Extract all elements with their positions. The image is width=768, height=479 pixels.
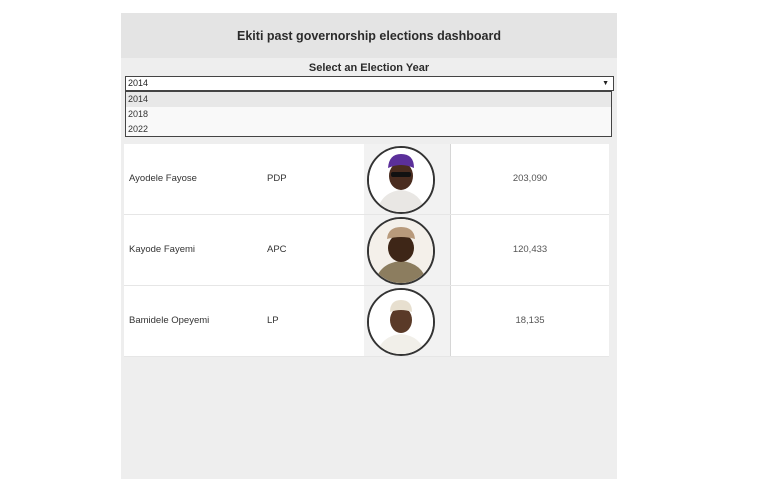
year-option-2014[interactable]: 2014 <box>126 92 611 107</box>
table-row: Kayode Fayemi APC 120,433 <box>124 215 609 286</box>
candidate-party: LP <box>267 315 279 326</box>
person-portrait-icon <box>369 219 433 283</box>
candidate-party: PDP <box>267 173 287 184</box>
dashboard-title: Ekiti past governorship elections dashbo… <box>121 13 617 58</box>
candidate-name: Kayode Fayemi <box>129 244 196 255</box>
candidate-avatar <box>367 146 435 214</box>
dashboard-panel: Ekiti past governorship elections dashbo… <box>121 13 617 479</box>
candidate-avatar <box>367 217 435 285</box>
table-row: Ayodele Fayose PDP 203,090 <box>124 144 609 215</box>
year-options-list: 2014 2018 2022 <box>125 91 612 137</box>
candidate-photo-cell <box>364 144 450 214</box>
table-row: Bamidele Opeyemi LP 18,135 <box>124 286 609 357</box>
person-portrait-icon <box>369 290 433 354</box>
candidate-votes: 203,090 <box>512 173 548 184</box>
candidate-party: APC <box>267 244 287 255</box>
year-select[interactable]: 2014 ▼ <box>125 76 614 91</box>
candidate-votes: 18,135 <box>515 315 545 326</box>
year-filter-label: Select an Election Year <box>308 62 430 74</box>
candidate-photo-cell <box>364 215 450 285</box>
year-option-2018[interactable]: 2018 <box>126 107 611 122</box>
candidate-name: Ayodele Fayose <box>129 173 197 184</box>
candidate-avatar <box>367 288 435 356</box>
year-select-value: 2014 <box>128 78 149 88</box>
year-option-2022[interactable]: 2022 <box>126 122 611 137</box>
candidate-name: Bamidele Opeyemi <box>129 315 210 326</box>
person-portrait-icon <box>369 148 433 212</box>
results-table: Ayodele Fayose PDP 203,090 Kayode Fayemi <box>124 144 609 357</box>
chevron-down-icon[interactable]: ▼ <box>602 77 609 90</box>
candidate-votes: 120,433 <box>512 244 548 255</box>
candidate-photo-cell <box>364 286 450 356</box>
